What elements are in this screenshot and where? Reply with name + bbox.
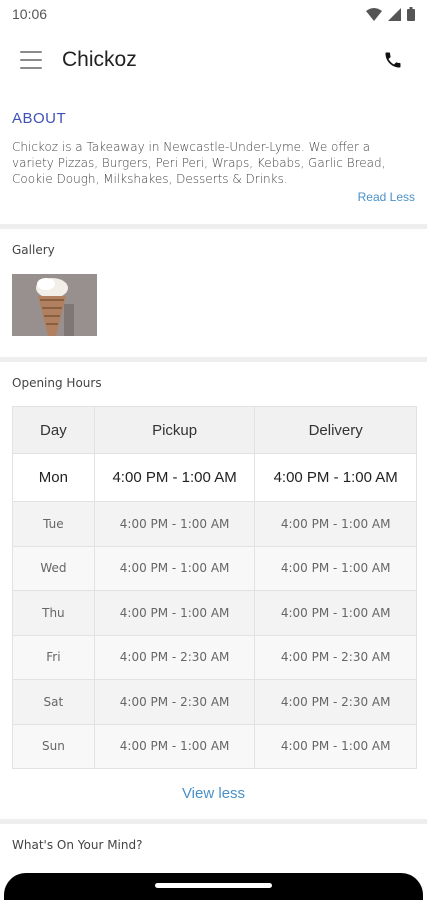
table-row: Fri 4:00 PM - 2:30 AM 4:00 PM - 2:30 AM (12, 634, 417, 680)
section-divider (0, 224, 427, 229)
delivery-cell: 4:00 PM - 1:00 AM (254, 501, 417, 547)
day-cell: Wed (12, 545, 95, 591)
header-day: Day (12, 406, 95, 454)
about-section: ABOUT Chickoz is a Takeaway in Newcastle… (0, 110, 427, 204)
app-bar: Chickoz (0, 30, 427, 90)
gallery-label: Gallery (12, 243, 55, 257)
table-row-today: Mon 4:00 PM - 1:00 AM 4:00 PM - 1:00 AM (12, 453, 417, 502)
status-bar: 10:06 (0, 0, 427, 28)
phone-icon[interactable] (379, 46, 407, 74)
home-indicator[interactable] (155, 883, 272, 888)
whats-on-your-mind-label: What's On Your Mind? (12, 838, 143, 852)
opening-hours-table: Day Pickup Delivery Mon 4:00 PM - 1:00 A… (12, 406, 417, 769)
delivery-cell: 4:00 PM - 1:00 AM (254, 590, 417, 636)
table-header-row: Day Pickup Delivery (12, 406, 417, 454)
day-cell: Sun (12, 723, 95, 769)
hamburger-menu-icon[interactable] (20, 51, 42, 69)
view-less-link[interactable]: View less (0, 785, 427, 802)
section-divider (0, 357, 427, 362)
table-row: Sun 4:00 PM - 1:00 AM 4:00 PM - 1:00 AM (12, 723, 417, 769)
day-cell: Thu (12, 590, 95, 636)
header-delivery: Delivery (254, 406, 417, 454)
table-row: Thu 4:00 PM - 1:00 AM 4:00 PM - 1:00 AM (12, 590, 417, 636)
delivery-cell: 4:00 PM - 1:00 AM (254, 545, 417, 591)
day-cell: Fri (12, 634, 95, 680)
day-cell: Sat (12, 679, 95, 725)
table-row: Wed 4:00 PM - 1:00 AM 4:00 PM - 1:00 AM (12, 545, 417, 591)
signal-icon (388, 7, 401, 21)
delivery-cell: 4:00 PM - 2:30 AM (254, 634, 417, 680)
gallery-image[interactable] (12, 274, 97, 336)
header-pickup: Pickup (93, 406, 256, 454)
section-divider (0, 819, 427, 824)
pickup-cell: 4:00 PM - 2:30 AM (93, 679, 256, 725)
day-cell: Tue (12, 501, 95, 547)
pickup-cell: 4:00 PM - 1:00 AM (93, 453, 256, 502)
status-icons (366, 7, 415, 21)
wifi-icon (366, 7, 382, 21)
table-row: Tue 4:00 PM - 1:00 AM 4:00 PM - 1:00 AM (12, 501, 417, 547)
about-description: Chickoz is a Takeaway in Newcastle-Under… (12, 140, 386, 186)
day-cell: Mon (12, 453, 95, 502)
pickup-cell: 4:00 PM - 2:30 AM (93, 634, 256, 680)
delivery-cell: 4:00 PM - 1:00 AM (254, 723, 417, 769)
battery-icon (407, 7, 415, 21)
status-time: 10:06 (12, 6, 48, 22)
about-title: ABOUT (12, 110, 67, 127)
pickup-cell: 4:00 PM - 1:00 AM (93, 590, 256, 636)
opening-hours-label: Opening Hours (12, 376, 102, 390)
app-title: Chickoz (62, 48, 137, 71)
delivery-cell: 4:00 PM - 1:00 AM (254, 453, 417, 502)
read-less-link[interactable]: Read Less (358, 190, 415, 204)
table-row: Sat 4:00 PM - 2:30 AM 4:00 PM - 2:30 AM (12, 679, 417, 725)
delivery-cell: 4:00 PM - 2:30 AM (254, 679, 417, 725)
pickup-cell: 4:00 PM - 1:00 AM (93, 723, 256, 769)
pickup-cell: 4:00 PM - 1:00 AM (93, 545, 256, 591)
pickup-cell: 4:00 PM - 1:00 AM (93, 501, 256, 547)
